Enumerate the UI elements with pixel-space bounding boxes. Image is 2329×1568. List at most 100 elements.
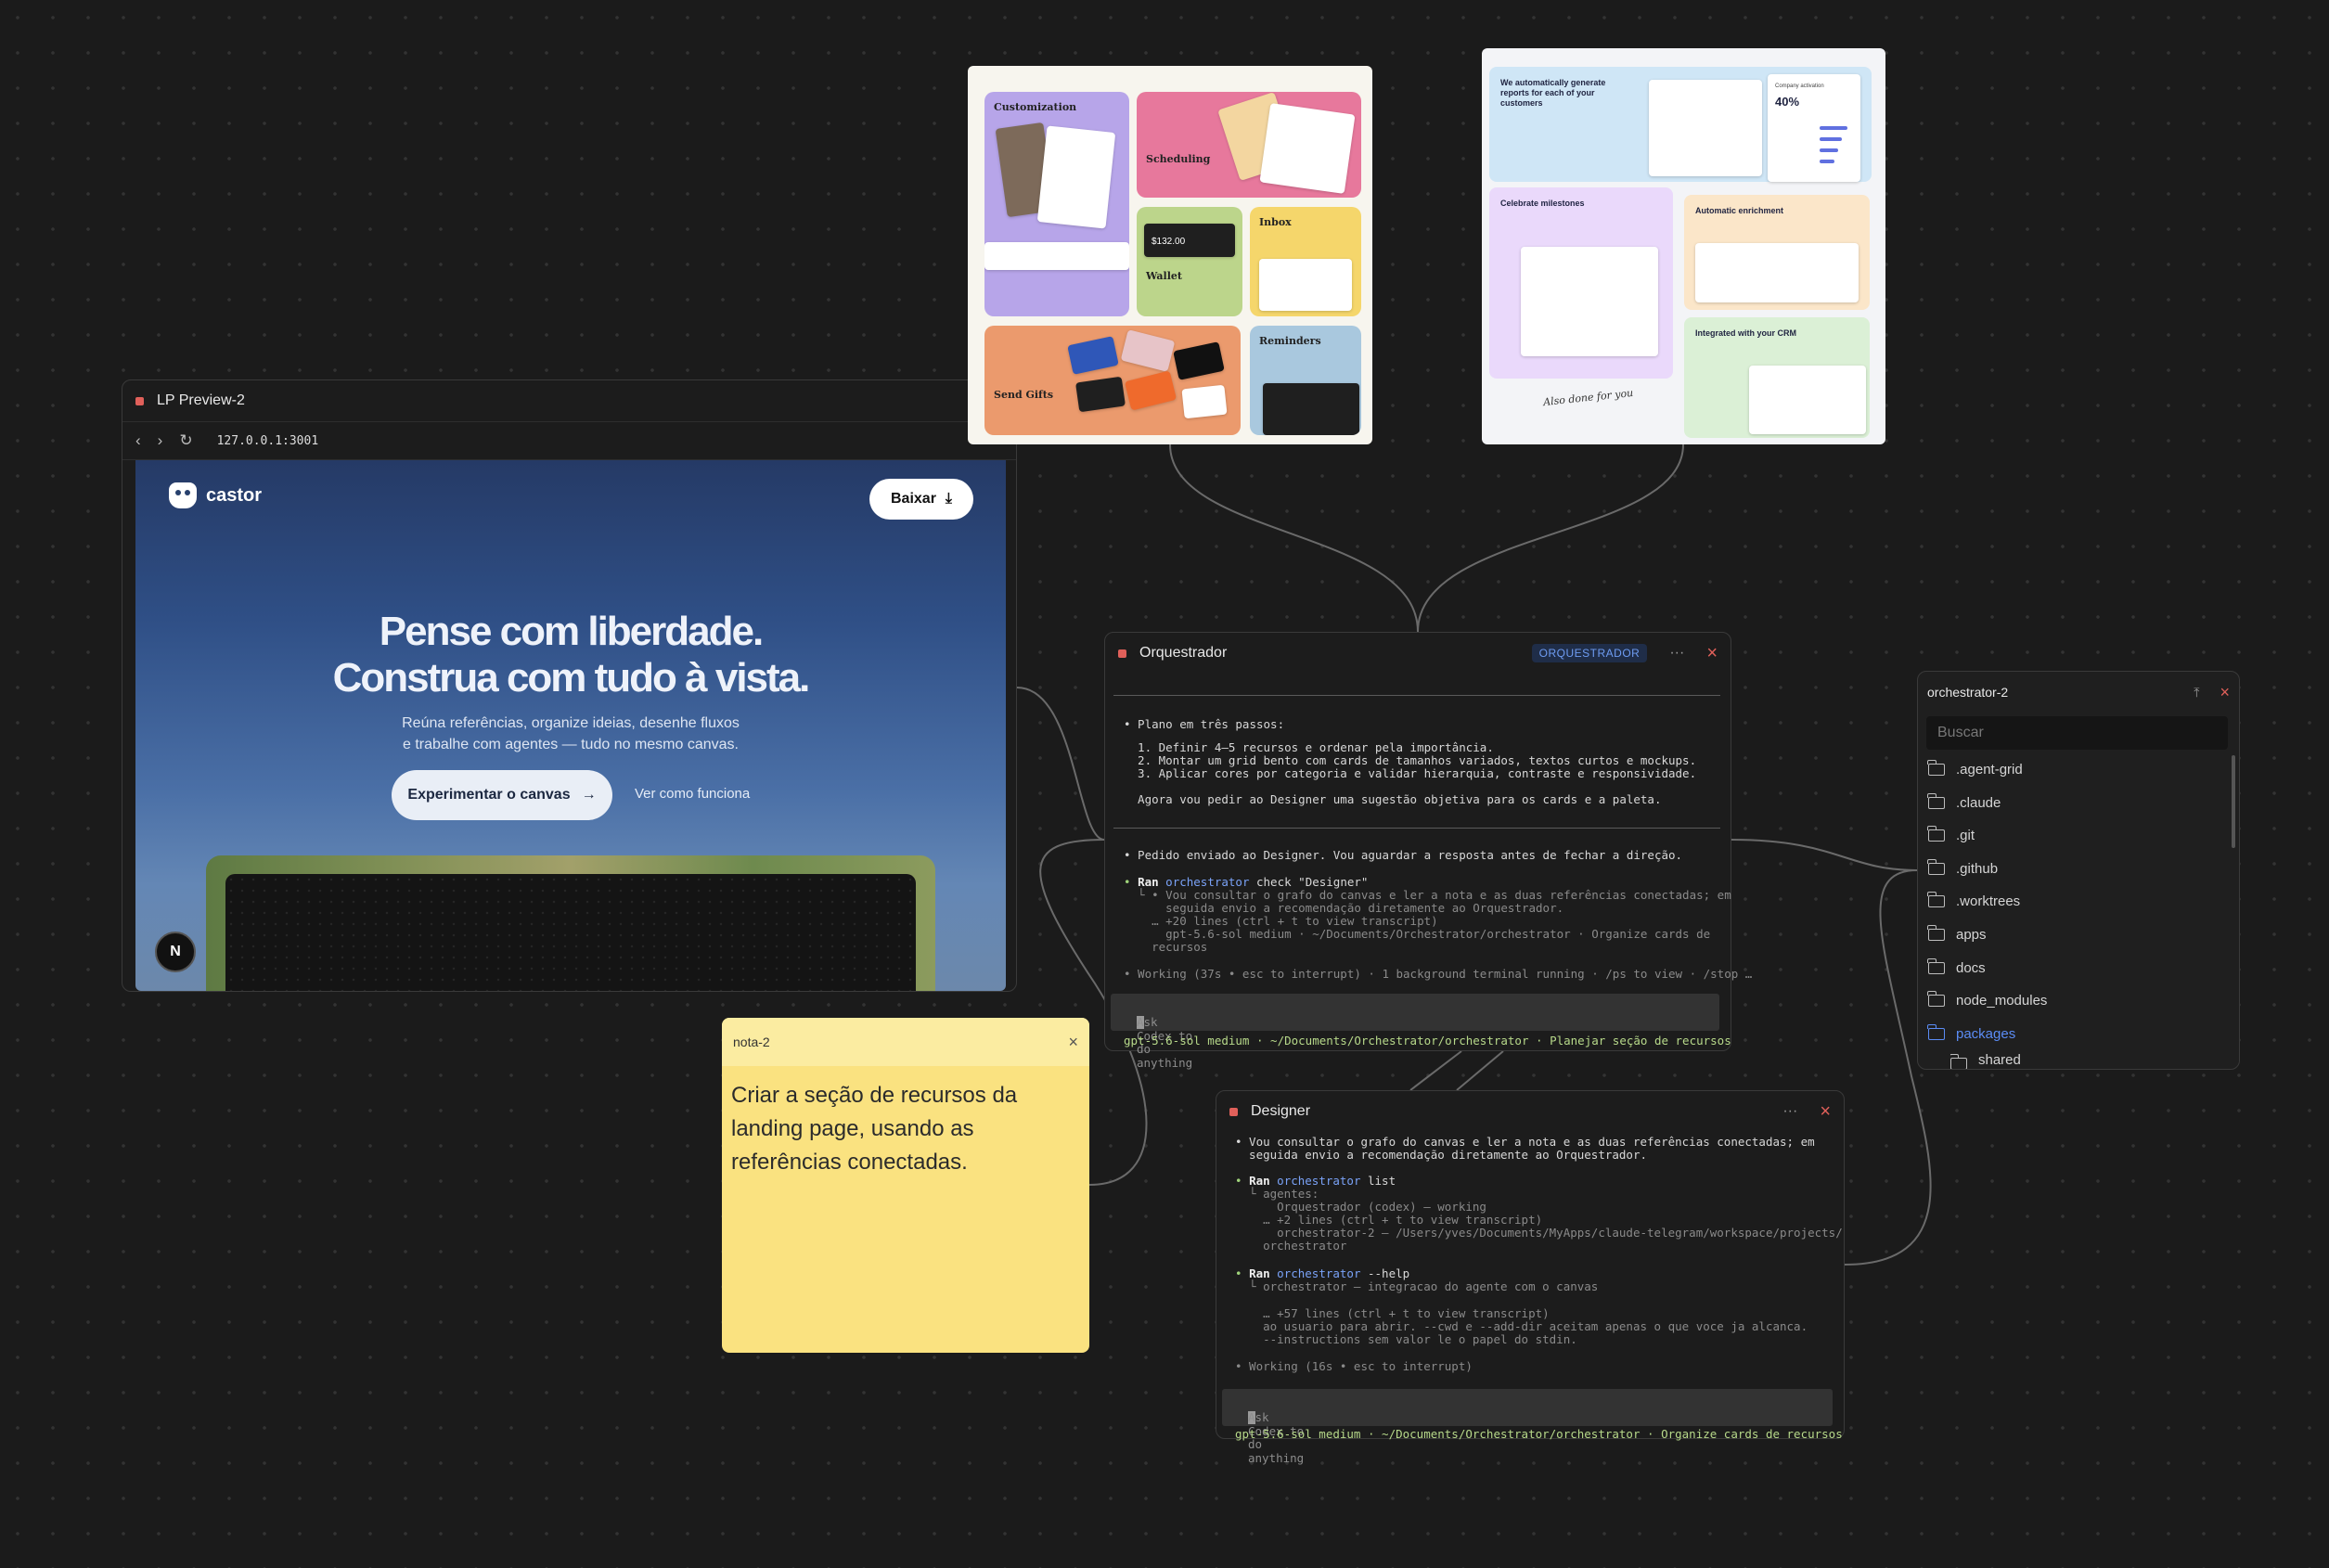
try-canvas-button[interactable]: Experimentar o canvas →: [392, 770, 612, 820]
card-mockup: [1036, 125, 1116, 229]
nextjs-badge[interactable]: N: [155, 932, 196, 972]
close-icon[interactable]: ×: [1706, 644, 1718, 662]
handwritten-note: Also done for you: [1542, 386, 1634, 409]
download-button[interactable]: Baixar ⤓: [869, 479, 973, 520]
reload-icon[interactable]: ↻: [179, 431, 192, 450]
status-line: gpt-5.6-sol medium · ~/Documents/Orchest…: [1235, 1427, 1843, 1441]
divider: [1113, 695, 1720, 696]
card-title: Send Gifts: [994, 389, 1054, 401]
folder-label: .claude: [1956, 794, 2001, 811]
url-field[interactable]: 127.0.0.1:3001: [217, 434, 319, 448]
more-options-icon[interactable]: ···: [1669, 646, 1684, 661]
beaver-logo-icon: [169, 482, 197, 508]
file-tree-titlebar[interactable]: orchestrator-2 ⤒ ×: [1918, 672, 2239, 713]
folder-item[interactable]: apps: [1927, 920, 1987, 948]
command-args: check "Designer": [1249, 875, 1369, 889]
card-scheduling: Scheduling: [1137, 92, 1361, 198]
note-body[interactable]: Criar a seção de recursos da landing pag…: [731, 1079, 1076, 1179]
folder-icon: [1927, 990, 1945, 1007]
folder-item[interactable]: .worktrees: [1927, 887, 2021, 915]
brand-logo[interactable]: castor: [169, 482, 262, 508]
close-icon[interactable]: ×: [2220, 684, 2230, 700]
crm-title: Integrated with your CRM: [1695, 328, 1797, 338]
folder-item[interactable]: node_modules: [1927, 986, 2047, 1014]
folder-icon: [1927, 958, 1945, 974]
edge-ref1-orchestrator: [1169, 443, 1419, 633]
terminal-line: • Pedido enviado ao Designer. Vou aguard…: [1124, 848, 1683, 862]
note-title: nota-2: [733, 1035, 770, 1049]
wallet-amount: $132.00: [1144, 224, 1235, 257]
reference-image-features-grid[interactable]: Customization Scheduling $132.00 Wallet …: [968, 66, 1372, 444]
folder-item[interactable]: .git: [1927, 821, 1975, 849]
close-icon[interactable]: ×: [1068, 1033, 1078, 1052]
edge-orchestrator-designer: [1456, 1050, 1504, 1091]
designer-terminal[interactable]: Designer ··· × • Vou consultar o grafo d…: [1216, 1090, 1845, 1464]
working-status: • Working (16s • esc to interrupt): [1235, 1359, 1473, 1373]
folder-label: shared: [1978, 1052, 2021, 1068]
activation-bar: [1820, 160, 1834, 163]
enrichment-mockup: [1695, 243, 1859, 302]
folder-item[interactable]: .github: [1927, 855, 1999, 882]
orchestrator-terminal[interactable]: Orquestrador ORQUESTRADOR ··· × • Plano …: [1104, 632, 1752, 1069]
folder-item[interactable]: .agent-grid: [1927, 755, 2023, 783]
folder-label: .git: [1956, 827, 1975, 843]
folder-label: .worktrees: [1956, 893, 2021, 909]
giftcard-1: [1067, 336, 1119, 375]
file-tree-panel[interactable]: orchestrator-2 ⤒ × Buscar .agent-grid .c…: [1917, 671, 2240, 1070]
giftcard-3: [1120, 329, 1176, 372]
giftcard-2: [1075, 376, 1126, 413]
folder-label: .github: [1956, 860, 1999, 877]
designer-titlebar[interactable]: Designer ··· ×: [1216, 1091, 1844, 1132]
terminal-line: recursos: [1124, 940, 1208, 954]
lp-preview-window[interactable]: LP Preview-2 ‹ › ↻ 127.0.0.1:3001 castor…: [122, 379, 1017, 992]
folder-item[interactable]: .claude: [1927, 789, 2001, 816]
card-title: Wallet: [1146, 270, 1182, 282]
ran-label: Ran: [1138, 875, 1159, 889]
search-input[interactable]: Buscar: [1926, 716, 2228, 750]
card-title: Reminders: [1259, 335, 1321, 347]
how-it-works-link[interactable]: Ver como funciona: [635, 786, 750, 802]
folder-open-icon: [1927, 1023, 1945, 1040]
pin-icon[interactable]: ⤒: [2194, 685, 2199, 700]
milestone-mockup: [1521, 247, 1658, 356]
more-options-icon[interactable]: ···: [1782, 1104, 1797, 1119]
card-title: Inbox: [1259, 216, 1292, 228]
card-inbox: Inbox: [1250, 207, 1361, 316]
prompt-input[interactable]: Ask Codex to do anything: [1222, 1389, 1833, 1464]
orchestrator-titlebar[interactable]: Orquestrador ORQUESTRADOR ··· ×: [1105, 633, 1731, 674]
card-title: Scheduling: [1146, 153, 1211, 165]
window-status-icon: [135, 396, 144, 405]
scrollbar[interactable]: [2232, 755, 2235, 848]
sticky-note[interactable]: nota-2 × Criar a seção de recursos da la…: [722, 1018, 1089, 1353]
role-badge: ORQUESTRADOR: [1531, 643, 1648, 663]
terminal-line: 3. Aplicar cores por categoria e validar…: [1124, 766, 1697, 780]
prompt-input[interactable]: Ask Codex to do anything: [1111, 994, 1719, 1069]
card-enrichment: Automatic enrichment: [1684, 195, 1870, 310]
folder-icon: [1927, 825, 1945, 842]
card-customization: Customization: [984, 92, 1129, 316]
edge-orchestrator-tree: [1731, 839, 1918, 871]
forward-icon[interactable]: ›: [158, 431, 163, 450]
arrow-right-icon: →: [581, 787, 597, 803]
card-reminders: Reminders: [1250, 326, 1361, 435]
reference-image-crm-features[interactable]: We automatically generate reports for ea…: [1482, 48, 1885, 444]
terminal-line: └ orchestrator — integracao do agente co…: [1235, 1279, 1599, 1293]
card-wallet: $132.00 Wallet: [1137, 207, 1242, 316]
milestones-title: Celebrate milestones: [1500, 199, 1585, 208]
product-mockup-screen: [225, 874, 916, 991]
toolbar-mockup: [984, 242, 1129, 270]
folder-icon: [1927, 924, 1945, 941]
folder-item[interactable]: docs: [1927, 954, 1986, 982]
window-title: Designer: [1251, 1102, 1311, 1119]
folder-item-selected[interactable]: packages: [1927, 1020, 2015, 1047]
folder-item[interactable]: shared: [1950, 1052, 2021, 1069]
report-mockup: [1649, 80, 1762, 176]
back-icon[interactable]: ‹: [135, 431, 141, 450]
note-header[interactable]: nota-2 ×: [722, 1018, 1089, 1066]
lp-preview-titlebar[interactable]: LP Preview-2: [122, 380, 1016, 421]
edge-orchestrator-designer-2: [1409, 1050, 1462, 1091]
command-name: orchestrator: [1277, 1266, 1361, 1280]
close-icon[interactable]: ×: [1820, 1102, 1831, 1121]
schedule-mockup: [1259, 103, 1356, 194]
hero-subtitle: Reúna referências, organize ideias, dese…: [135, 713, 1006, 755]
